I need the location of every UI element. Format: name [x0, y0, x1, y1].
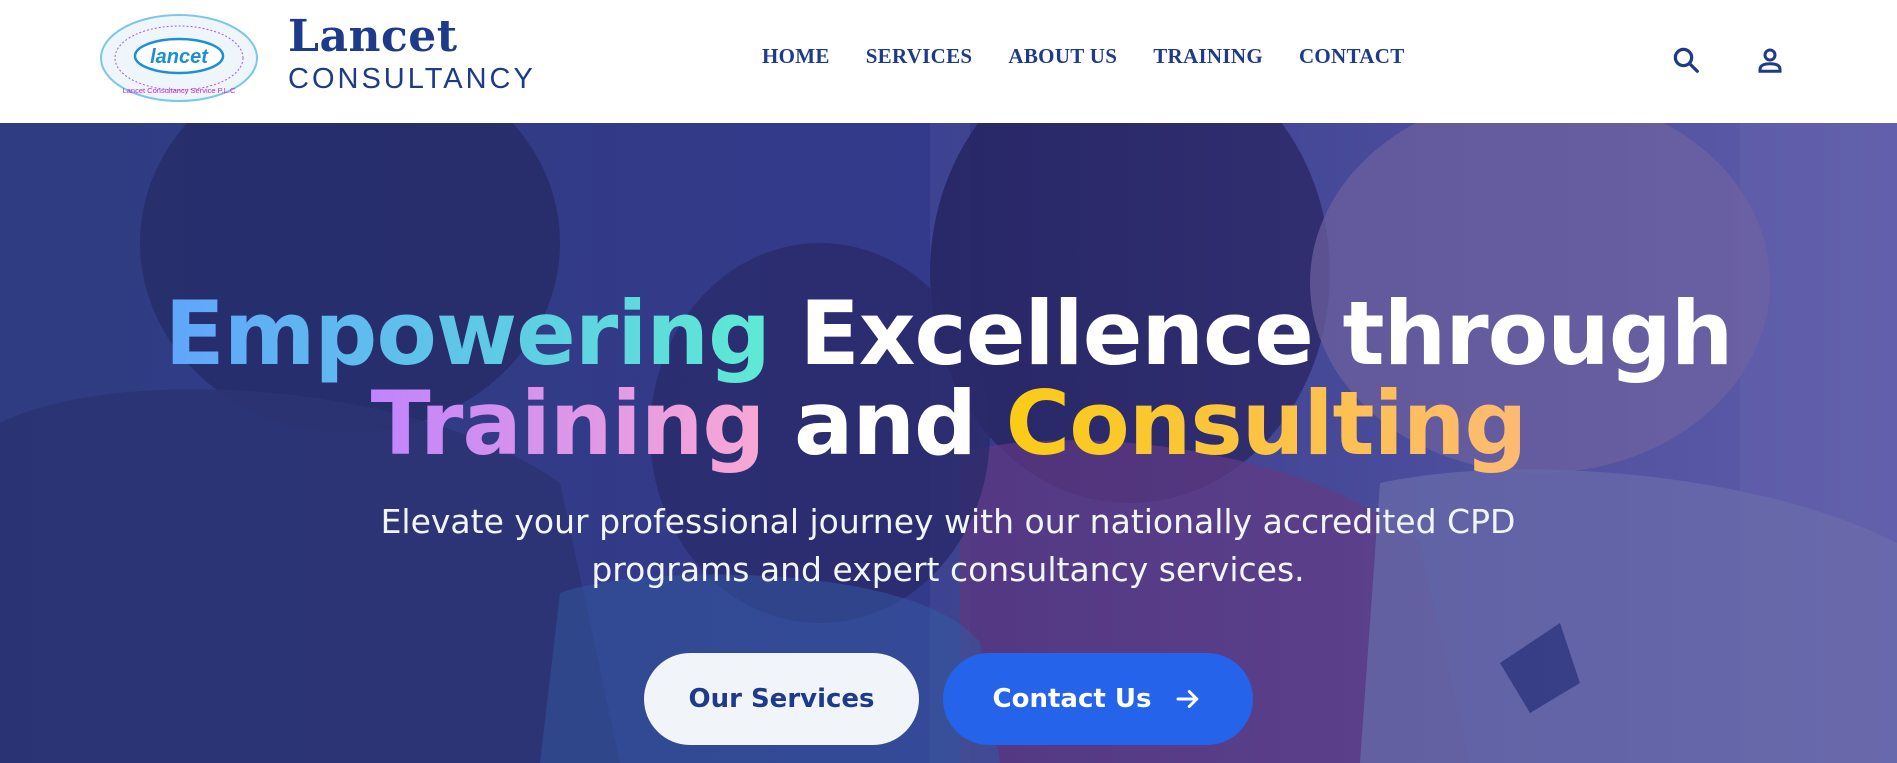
logo-badge-text: lancet [150, 46, 209, 68]
hero-subtitle: Elevate your professional journey with o… [348, 498, 1548, 594]
our-services-label: Our Services [688, 684, 875, 714]
company-logo[interactable]: lancet Lancet Consultancy Service P.L.C [99, 13, 259, 103]
nav-training[interactable]: TRAINING [1153, 44, 1263, 69]
nav-about-us[interactable]: ABOUT US [1008, 44, 1117, 69]
brand-subtitle: CONSULTANCY [288, 63, 536, 95]
brand-link[interactable]: Lancet CONSULTANCY [288, 10, 536, 94]
title-highlight-empowering: Empowering [164, 282, 771, 385]
hero-subtitle-line2: programs and expert consultancy services… [591, 550, 1305, 589]
nav-home[interactable]: HOME [762, 44, 830, 69]
nav-contact[interactable]: CONTACT [1299, 44, 1405, 69]
contact-us-button[interactable]: Contact Us [943, 653, 1253, 745]
main-nav: HOME SERVICES ABOUT US TRAINING CONTACT [762, 44, 1441, 69]
title-text-and: and [793, 372, 977, 475]
search-icon [1673, 47, 1699, 73]
brand-name: Lancet [288, 11, 458, 62]
hero-title-line1: Empowering Excellence through [0, 288, 1897, 380]
site-header: lancet Lancet Consultancy Service P.L.C … [0, 0, 1897, 123]
our-services-button[interactable]: Our Services [644, 653, 919, 745]
title-highlight-consulting: Consulting [1005, 372, 1528, 475]
contact-us-label: Contact Us [992, 684, 1152, 714]
user-icon [1758, 48, 1782, 73]
hero-title-line2: Training and Consulting [0, 378, 1897, 470]
arrow-right-icon [1173, 684, 1203, 714]
hero-subtitle-line1: Elevate your professional journey with o… [380, 502, 1516, 541]
account-button[interactable] [1752, 42, 1788, 78]
title-highlight-training: Training [370, 372, 766, 475]
title-text-excellence: Excellence through [799, 282, 1734, 385]
nav-services[interactable]: SERVICES [866, 44, 973, 69]
logo-ring-text: Lancet Consultancy Service P.L.C [123, 86, 236, 95]
hero-section: Empowering Excellence through Training a… [0, 123, 1897, 763]
search-button[interactable] [1668, 42, 1704, 78]
